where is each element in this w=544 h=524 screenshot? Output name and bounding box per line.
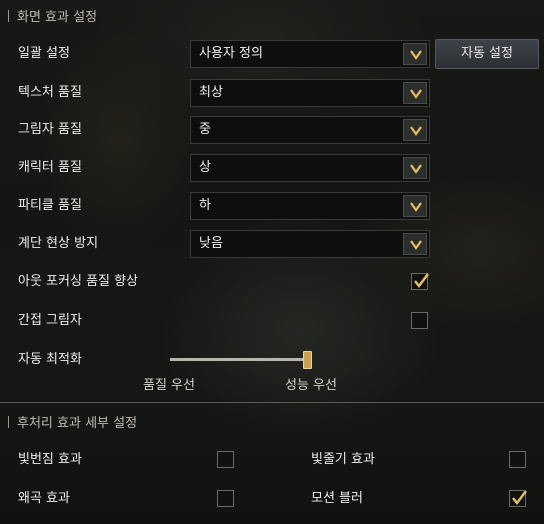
banding-label: 계단 현상 방지 bbox=[18, 236, 99, 251]
particle-select[interactable]: 하 bbox=[190, 192, 430, 220]
auto-optimize-label: 자동 최적화 bbox=[18, 352, 82, 367]
out-focus-label: 아웃 포커싱 품질 향상 bbox=[18, 274, 139, 289]
motion-blur-checkbox[interactable] bbox=[509, 490, 527, 507]
light-shaft-label: 빛줄기 효과 bbox=[311, 452, 375, 467]
bloom-checkbox[interactable] bbox=[217, 451, 234, 468]
shadow-label: 그림자 품질 bbox=[18, 122, 82, 137]
chevron-down-icon[interactable] bbox=[403, 82, 427, 104]
chevron-down-icon[interactable] bbox=[403, 233, 427, 255]
auto-optimize-slider-thumb[interactable] bbox=[303, 351, 312, 369]
distortion-label: 왜곡 효과 bbox=[18, 491, 70, 506]
auto-optimize-slider-track[interactable] bbox=[170, 358, 312, 361]
indirect-shadow-label: 간접 그림자 bbox=[18, 313, 82, 328]
out-focus-checkbox[interactable] bbox=[411, 273, 429, 290]
shadow-select-value: 중 bbox=[199, 122, 211, 137]
section-bar bbox=[8, 10, 9, 22]
character-select[interactable]: 상 bbox=[190, 154, 430, 182]
character-label: 캐릭터 품질 bbox=[18, 160, 82, 175]
section-divider bbox=[0, 402, 544, 403]
overall-label: 일괄 설정 bbox=[18, 46, 70, 61]
particle-select-value: 하 bbox=[199, 198, 211, 213]
banding-select[interactable]: 낮음 bbox=[190, 230, 430, 258]
chevron-down-icon[interactable] bbox=[403, 157, 427, 179]
chevron-down-icon[interactable] bbox=[403, 119, 427, 141]
shadow-select[interactable]: 중 bbox=[190, 116, 430, 144]
checkmark-icon bbox=[414, 273, 429, 288]
auto-setting-button[interactable]: 자동 설정 bbox=[435, 39, 539, 69]
auto-optimize-slider-fill bbox=[170, 358, 303, 361]
texture-select-value: 최상 bbox=[199, 85, 223, 100]
texture-select[interactable]: 최상 bbox=[190, 79, 430, 107]
overall-select[interactable]: 사용자 정의 bbox=[190, 40, 430, 68]
bloom-label: 빛번짐 효과 bbox=[18, 452, 82, 467]
texture-label: 텍스처 품질 bbox=[18, 85, 82, 100]
slider-left-caption: 품질 우선 bbox=[143, 378, 195, 393]
section-title-post-processing: 후처리 효과 세부 설정 bbox=[0, 413, 137, 435]
chevron-down-icon[interactable] bbox=[403, 43, 427, 65]
distortion-checkbox[interactable] bbox=[217, 490, 234, 507]
character-select-value: 상 bbox=[199, 160, 211, 175]
checkmark-icon bbox=[512, 490, 527, 505]
light-shaft-checkbox[interactable] bbox=[509, 451, 526, 468]
section-bar bbox=[8, 416, 9, 428]
motion-blur-label: 모션 블러 bbox=[311, 491, 363, 506]
overall-select-value: 사용자 정의 bbox=[199, 46, 263, 61]
particle-label: 파티클 품질 bbox=[18, 198, 82, 213]
slider-right-caption: 성능 우선 bbox=[285, 378, 337, 393]
indirect-shadow-checkbox[interactable] bbox=[411, 312, 428, 329]
banding-select-value: 낮음 bbox=[199, 236, 223, 251]
section-title-screen-effects: 화면 효과 설정 bbox=[0, 7, 97, 29]
chevron-down-icon[interactable] bbox=[403, 195, 427, 217]
